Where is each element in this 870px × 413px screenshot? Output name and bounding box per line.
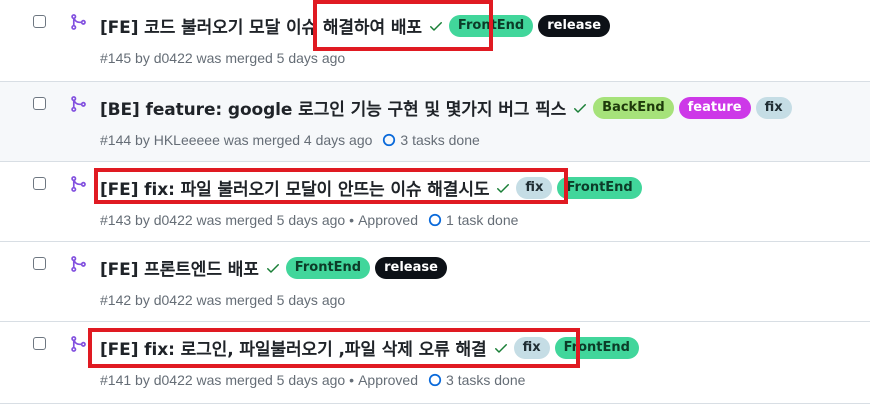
label-fix[interactable]: fix — [516, 176, 553, 199]
task-progress[interactable]: 3 tasks done — [446, 372, 525, 388]
label-backend[interactable]: BackEnd — [593, 96, 674, 119]
title-line: [FE] fix: 로그인, 파일불러오기 ,파일 삭제 오류 해결 fix Fro… — [100, 335, 639, 360]
pr-meta: #141 by d0422 was merged 5 days ago • Appr… — [100, 372, 525, 388]
pr-meta-text: #142 by d0422 was merged 5 days ago — [100, 292, 346, 308]
pr-row[interactable]: [FE] fix: 로그인, 파일불러오기 ,파일 삭제 오류 해결 fix Fro… — [0, 322, 870, 404]
merged-pr-icon — [71, 96, 86, 112]
merged-pr-icon — [71, 14, 86, 30]
select-checkbox[interactable] — [33, 177, 46, 190]
task-progress-icon — [428, 213, 442, 227]
label-frontend[interactable]: FrontEnd — [448, 14, 534, 37]
pr-title-link[interactable]: [FE] 코드 불러오기 모달 이슈 해결하여 배포 — [100, 13, 422, 38]
pr-title-link[interactable]: [FE] fix: 로그인, 파일불러오기 ,파일 삭제 오류 해결 — [100, 335, 487, 360]
label-release[interactable]: release — [375, 256, 447, 279]
meta-separator: • — [349, 212, 355, 228]
select-checkbox[interactable] — [33, 337, 46, 350]
label-fix[interactable]: fix — [513, 336, 550, 359]
task-progress[interactable]: 1 task done — [446, 212, 518, 228]
label-feature[interactable]: feature — [678, 96, 751, 119]
title-line: [BE] feature: google 로그인 기능 구현 및 몇가지 버그 … — [100, 95, 792, 120]
pr-title-link[interactable]: [FE] fix: 파일 불러오기 모달이 안뜨는 이슈 해결시도 — [100, 175, 490, 200]
checks-passed-icon[interactable] — [495, 180, 511, 196]
pr-title-link[interactable]: [BE] feature: google 로그인 기능 구현 및 몇가지 버그 … — [100, 95, 566, 120]
task-progress-icon — [383, 133, 396, 147]
pr-row[interactable]: [FE] fix: 파일 불러오기 모달이 안뜨는 이슈 해결시도 fix Fron… — [0, 162, 870, 242]
pr-row[interactable]: [FE] 프론트엔드 배포 FrontEnd release #142 by d042… — [0, 242, 870, 322]
checks-passed-icon[interactable] — [265, 260, 281, 276]
pr-row[interactable]: [FE] 코드 불러오기 모달 이슈 해결하여 배포 FrontEnd releas… — [0, 0, 870, 82]
merged-pr-icon — [71, 256, 86, 272]
pr-meta-text: #143 by d0422 was merged 5 days ago — [100, 212, 346, 228]
pr-meta: #145 by d0422 was merged 5 days ago — [100, 50, 345, 66]
merged-pr-icon — [71, 336, 86, 352]
checks-passed-icon[interactable] — [493, 340, 509, 356]
select-checkbox[interactable] — [33, 257, 46, 270]
title-line: [FE] 코드 불러오기 모달 이슈 해결하여 배포 FrontEnd releas… — [100, 13, 611, 38]
task-progress[interactable]: 3 tasks done — [400, 132, 479, 148]
pr-meta: #142 by d0422 was merged 5 days ago — [100, 292, 345, 308]
select-checkbox[interactable] — [33, 15, 46, 28]
label-frontend[interactable]: FrontEnd — [285, 256, 371, 279]
label-frontend[interactable]: FrontEnd — [554, 336, 639, 359]
title-line: [FE] fix: 파일 불러오기 모달이 안뜨는 이슈 해결시도 fix Fron… — [100, 175, 642, 200]
label-fix[interactable]: fix — [755, 96, 792, 119]
select-checkbox[interactable] — [33, 97, 46, 110]
label-release[interactable]: release — [538, 14, 611, 37]
pr-title-link[interactable]: [FE] 프론트엔드 배포 — [100, 255, 259, 280]
merged-pr-icon — [71, 176, 86, 192]
pr-meta-text: #141 by d0422 was merged 5 days ago — [100, 372, 346, 388]
checks-passed-icon[interactable] — [572, 100, 588, 116]
pr-meta: #143 by d0422 was merged 5 days ago • Appr… — [100, 212, 518, 228]
task-progress-icon — [428, 373, 442, 387]
meta-separator: • — [349, 372, 355, 388]
pr-meta: #144 by HKLeeeee was merged 4 days ago 3 … — [100, 132, 480, 148]
checks-passed-icon[interactable] — [428, 18, 444, 34]
pr-meta-text: #144 by HKLeeeee was merged 4 days ago — [100, 132, 373, 148]
review-status-link[interactable]: Approved — [358, 372, 418, 388]
title-line: [FE] 프론트엔드 배포 FrontEnd release — [100, 255, 447, 280]
pull-request-list: [FE] 코드 불러오기 모달 이슈 해결하여 배포 FrontEnd releas… — [0, 0, 870, 413]
pr-meta-text: #145 by d0422 was merged 5 days ago — [100, 50, 346, 66]
review-status-link[interactable]: Approved — [358, 212, 418, 228]
pr-row[interactable]: [BE] feature: google 로그인 기능 구현 및 몇가지 버그 … — [0, 82, 870, 162]
label-frontend[interactable]: FrontEnd — [557, 176, 642, 199]
